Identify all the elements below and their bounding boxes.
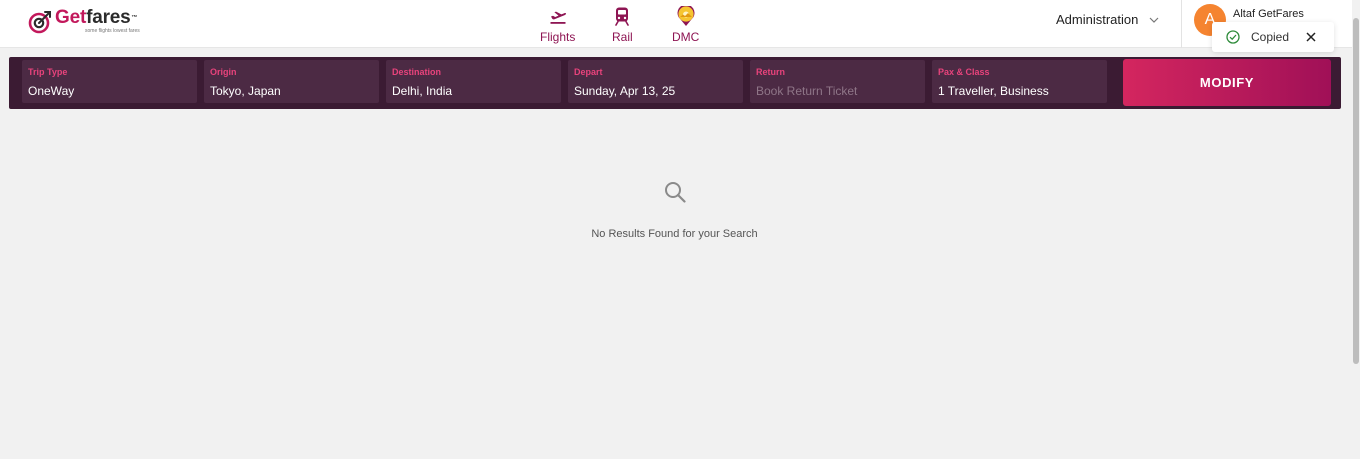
nav-dmc[interactable]: DMC <box>672 6 699 44</box>
trip-type-label: Trip Type <box>28 67 68 77</box>
search-summary-bar: Trip Type OneWay Origin Tokyo, Japan Des… <box>9 57 1341 109</box>
origin-field[interactable]: Origin Tokyo, Japan <box>204 60 379 103</box>
return-placeholder: Book Return Ticket <box>756 84 858 98</box>
pax-class-field[interactable]: Pax & Class 1 Traveller, Business <box>932 60 1107 103</box>
map-pin-sun-icon <box>677 6 695 26</box>
modify-search-button[interactable]: MODIFY <box>1123 59 1331 106</box>
logo-mark-icon <box>28 11 51 34</box>
trip-type-value: OneWay <box>28 84 75 98</box>
return-date-field[interactable]: Return Book Return Ticket <box>750 60 925 103</box>
scrollbar-thumb[interactable] <box>1353 18 1359 364</box>
check-circle-icon <box>1226 30 1240 44</box>
origin-value: Tokyo, Japan <box>210 84 281 98</box>
trip-type-field[interactable]: Trip Type OneWay <box>22 60 197 103</box>
pax-class-value: 1 Traveller, Business <box>938 84 1049 98</box>
nav-dmc-label: DMC <box>672 30 700 44</box>
administration-label: Administration <box>1056 12 1139 27</box>
destination-value: Delhi, India <box>392 84 453 98</box>
depart-value: Sunday, Apr 13, 25 <box>574 84 676 98</box>
depart-label: Depart <box>574 67 603 77</box>
user-name[interactable]: Altaf GetFares <box>1233 8 1304 20</box>
nav-flights[interactable]: Flights <box>540 6 575 44</box>
copied-toast: Copied <box>1212 22 1334 52</box>
nav-flights-label: Flights <box>540 30 576 44</box>
getfares-logo[interactable]: Getfares™ some flights lowest fares <box>28 8 140 40</box>
logo-text-fares: fares <box>86 7 131 28</box>
toast-message: Copied <box>1251 30 1290 44</box>
close-icon[interactable] <box>1304 30 1318 44</box>
chevron-down-icon <box>1149 17 1159 23</box>
plane-departure-icon <box>550 11 566 24</box>
nav-rail[interactable]: Rail <box>612 6 633 44</box>
header-divider <box>1181 0 1182 48</box>
search-icon <box>665 182 686 203</box>
destination-field[interactable]: Destination Delhi, India <box>386 60 561 103</box>
depart-date-field[interactable]: Depart Sunday, Apr 13, 25 <box>568 60 743 103</box>
logo-trademark: ™ <box>131 15 138 21</box>
origin-label: Origin <box>210 67 237 77</box>
top-header: Getfares™ some flights lowest fares Flig… <box>0 0 1352 48</box>
nav-rail-label: Rail <box>612 30 633 44</box>
return-label: Return <box>756 67 785 77</box>
train-icon <box>615 7 630 26</box>
pax-class-label: Pax & Class <box>938 67 990 77</box>
destination-label: Destination <box>392 67 442 77</box>
logo-tagline: some flights lowest fares <box>85 28 140 34</box>
no-results-message: No Results Found for your Search <box>591 228 758 240</box>
logo-text-get: Get <box>55 7 87 28</box>
administration-menu[interactable]: Administration <box>1056 12 1160 27</box>
